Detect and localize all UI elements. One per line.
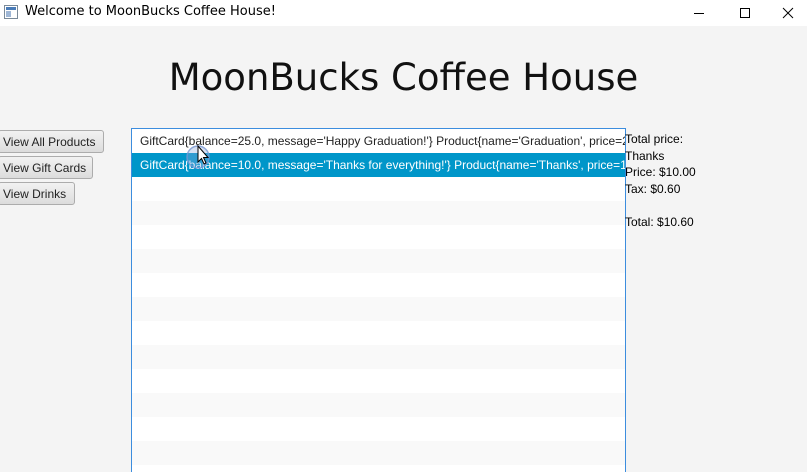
order-summary: Total price: Thanks Price: $10.00 Tax: $… (625, 131, 696, 230)
app-window-icon (4, 5, 18, 19)
empty-list-row (132, 225, 625, 249)
summary-spacer (625, 197, 696, 214)
selected-item-name: Thanks (625, 148, 665, 163)
empty-list-row (132, 417, 625, 441)
close-button[interactable] (768, 0, 807, 26)
maximize-icon (740, 8, 750, 18)
total-price-heading: Total price: (625, 132, 684, 146)
empty-list-row (132, 369, 625, 393)
view-all-products-button[interactable]: View All Products (0, 130, 104, 153)
empty-list-row (132, 441, 625, 465)
empty-list-row (132, 297, 625, 321)
view-gift-cards-button[interactable]: View Gift Cards (0, 156, 93, 179)
window-title: Welcome to MoonBucks Coffee House! (25, 4, 276, 19)
product-list[interactable]: GiftCard{balance=25.0, message='Happy Gr… (131, 128, 626, 472)
app-window: Welcome to MoonBucks Coffee House! MoonB… (0, 0, 807, 472)
maximize-button[interactable] (722, 0, 768, 26)
empty-list-row (132, 345, 625, 369)
empty-list-row (132, 201, 625, 225)
item-tax: Tax: $0.60 (625, 181, 681, 196)
title-bar[interactable]: Welcome to MoonBucks Coffee House! (0, 0, 807, 26)
close-icon (782, 7, 793, 19)
minimize-icon (694, 13, 704, 14)
empty-list-row (132, 273, 625, 297)
item-price: Price: $10.00 (625, 165, 696, 179)
empty-list-row (132, 465, 625, 472)
minimize-button[interactable] (676, 0, 722, 26)
empty-list-row (132, 177, 625, 201)
page-title: MoonBucks Coffee House (168, 56, 639, 99)
empty-list-row (132, 393, 625, 417)
view-drinks-button[interactable]: View Drinks (0, 182, 75, 205)
order-total: Total: $10.60 (625, 214, 694, 229)
empty-list-row (132, 249, 625, 273)
mouse-pointer-icon (186, 144, 210, 169)
empty-list-row (132, 321, 625, 345)
